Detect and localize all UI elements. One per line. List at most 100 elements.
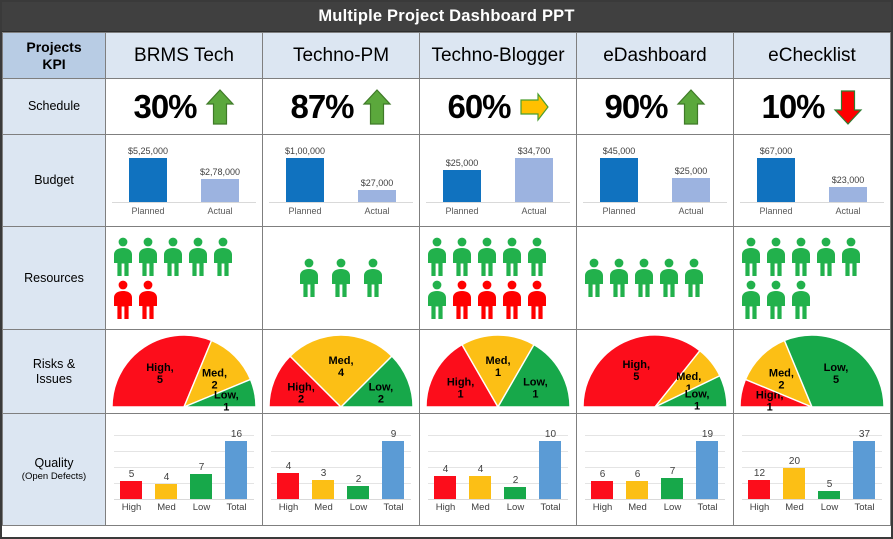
header-project-brms-tech[interactable]: BRMS Tech (105, 32, 263, 79)
gauge-slice-value: 1 (767, 401, 773, 410)
budget-bar (671, 177, 710, 202)
risks-gauge: High, 5 Med, 1 Low, 1 (578, 331, 733, 413)
dashboard-title: Multiple Project Dashboard PPT (2, 2, 891, 32)
quality-axis-label: High (435, 501, 456, 513)
person-red-icon (139, 280, 157, 319)
budget-bar (200, 178, 239, 202)
budget-chart: $1,00,000 $27,000 Planned Actual (264, 137, 419, 225)
header-kpi-line1: Projects (26, 39, 82, 56)
person-green-icon (453, 237, 471, 276)
person-green-icon (364, 258, 382, 297)
quality-plot: 4 4 2 10 (428, 419, 568, 500)
quality-cell-echecklist: 12 20 5 37 High Med Low Total (733, 413, 891, 526)
resource-row (740, 280, 884, 320)
person-green-icon (189, 237, 207, 276)
budget-chart: $25,000 $34,700 Planned Actual (421, 137, 576, 225)
schedule-indicator: 90% (578, 81, 733, 133)
header-project-techno-pm[interactable]: Techno-PM (262, 32, 420, 79)
budget-bar-group: $1,00,000 (272, 140, 338, 202)
gauge-slice-value: 4 (338, 366, 345, 378)
budget-bar (599, 157, 638, 202)
row-risks: Risks & Issues High, 5 Med, 2 Low, 1 High, 2 Me… (2, 329, 891, 414)
quality-value-label: 5 (128, 468, 135, 480)
budget-bar (357, 189, 396, 202)
quality-plot: 5 4 7 16 (114, 419, 254, 500)
risks-cell-echecklist: High, 1 Med, 2 Low, 5 (733, 329, 891, 414)
risks-gauge: High, 1 Med, 1 Low, 1 (421, 331, 576, 413)
person-red-icon (503, 280, 521, 319)
schedule-percent: 10% (761, 87, 825, 125)
resources-pictogram (421, 228, 576, 328)
budget-value-label: $1,00,000 (284, 145, 326, 156)
resources-pictogram (578, 228, 733, 328)
budget-axis-label: Actual (207, 205, 233, 216)
gauge-slice-label: Low, (214, 389, 239, 401)
budget-bar (442, 169, 481, 202)
quality-plot: 12 20 5 37 (742, 419, 882, 500)
quality-bar-group: 2 (500, 419, 531, 499)
resource-row (112, 280, 256, 320)
gauge-slice-label: Med, (676, 371, 701, 383)
budget-axis-label: Planned (288, 205, 322, 216)
person-green-icon (478, 237, 496, 276)
person-green-icon (332, 258, 350, 297)
budget-axis-label: Planned (602, 205, 636, 216)
quality-bar (783, 467, 806, 499)
resource-row (583, 258, 727, 298)
budget-chart: $67,000 $23,000 Planned Actual (735, 137, 890, 225)
person-green-icon (139, 237, 157, 276)
budget-plot: $67,000 $23,000 (740, 140, 884, 203)
budget-value-label: $23,000 (831, 174, 865, 185)
budget-bar-group: $67,000 (743, 140, 809, 202)
budget-axis: Planned Actual (112, 203, 256, 216)
arrow-up-icon (205, 88, 234, 125)
arrow-right-icon (519, 91, 549, 122)
budget-axis: Planned Actual (583, 203, 727, 216)
schedule-percent: 30% (133, 87, 197, 125)
quality-cell-techno-blogger: 4 4 2 10 High Med Low Total (419, 413, 577, 526)
quality-chart: 12 20 5 37 High Med Low Total (735, 415, 890, 525)
quality-bar (155, 483, 178, 499)
quality-bar (818, 490, 841, 499)
quality-bar (626, 480, 649, 499)
quality-bar-group: 2 (343, 419, 374, 499)
quality-axis-label: High (278, 501, 299, 513)
row-schedule: Schedule 30% 87% 60% 90% 10% (2, 78, 891, 135)
resources-pictogram (735, 228, 890, 328)
arrow-up-icon (362, 88, 391, 125)
budget-axis: Planned Actual (740, 203, 884, 216)
gauge-slice-value: 1 (458, 388, 464, 400)
quality-bar (748, 479, 771, 499)
quality-bar-group: 6 (587, 419, 618, 499)
quality-value-label: 19 (701, 428, 714, 440)
gauge-slice-label: Med, (202, 367, 227, 379)
resources-cell-edashboard (576, 226, 734, 330)
quality-bar (469, 475, 492, 499)
row-label-quality-main: Quality (34, 456, 74, 471)
gauge-slice-label: High, (623, 359, 651, 371)
quality-cell-techno-pm: 4 3 2 9 High Med Low Total (262, 413, 420, 526)
quality-axis-label: Total (854, 501, 875, 513)
budget-axis-label: Planned (131, 205, 165, 216)
budget-bar (828, 186, 867, 202)
gauge-slice-label: Low, (369, 381, 394, 393)
person-green-icon (610, 258, 628, 297)
risks-gauge: High, 1 Med, 2 Low, 5 (735, 331, 890, 413)
quality-bar (190, 473, 213, 499)
row-label-risks-line2: Issues (35, 371, 73, 386)
gauge-slice-label: High, (146, 362, 174, 374)
gauge-slice-label: Low, (523, 376, 548, 388)
row-label-resources: Resources (2, 226, 106, 330)
header-project-techno-blogger[interactable]: Techno-Blogger (419, 32, 577, 79)
header-project-echecklist[interactable]: eChecklist (733, 32, 891, 79)
header-project-edashboard[interactable]: eDashboard (576, 32, 734, 79)
quality-bar (504, 486, 527, 499)
budget-axis-label: Actual (835, 205, 861, 216)
gauge-slice-label: Med, (485, 354, 510, 366)
budget-bar (285, 157, 324, 202)
budget-value-label: $25,000 (674, 165, 708, 176)
header-row: Projects KPI BRMS Tech Techno-PM Techno-… (2, 32, 891, 79)
gauge-slice-value: 5 (833, 374, 839, 386)
quality-bar-group: 5 (116, 419, 147, 499)
row-label-risks: Risks & Issues (2, 329, 106, 414)
